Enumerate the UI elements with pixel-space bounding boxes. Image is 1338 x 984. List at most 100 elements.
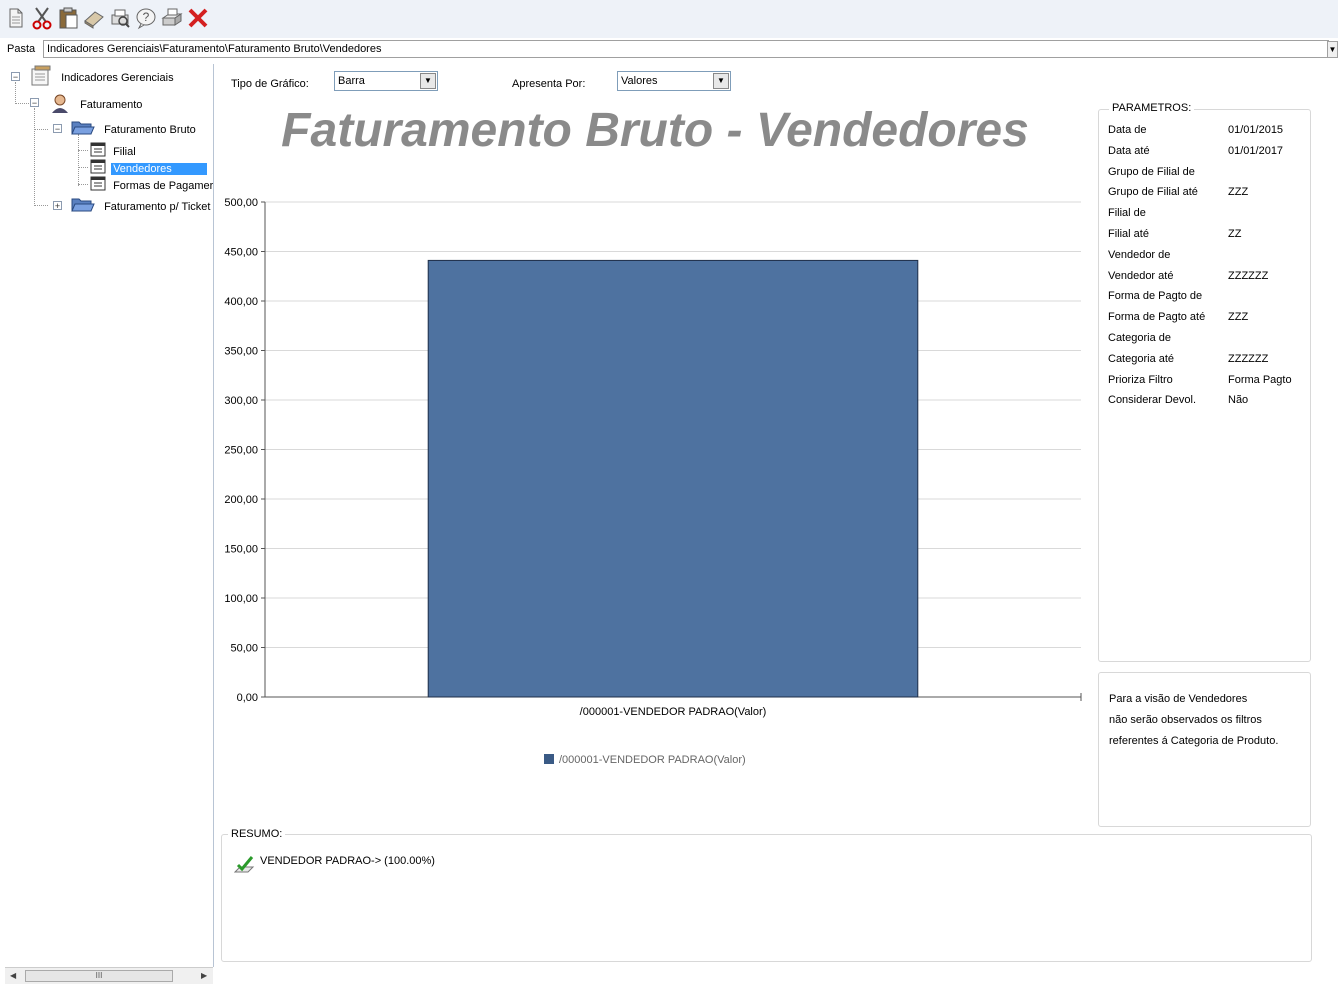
tree-collapse-toggle[interactable]: − <box>30 98 39 108</box>
y-tick-label: 500,00 <box>224 197 258 209</box>
parameter-label: Categoria até <box>1108 352 1175 365</box>
path-dropdown-button[interactable]: ▼ <box>1327 41 1338 58</box>
parameter-label: Vendedor de <box>1108 248 1171 261</box>
parameter-value: 01/01/2015 <box>1228 124 1284 136</box>
chart-title: Faturamento Bruto - Vendedores <box>281 104 1029 157</box>
y-tick-label: 250,00 <box>224 445 258 457</box>
bar-chart: 0,00 50,00 100,00 150,00 200,00 250,00 300,00 3… <box>224 197 1082 718</box>
legend-swatch <box>544 754 554 764</box>
eraser-icon[interactable] <box>82 6 106 30</box>
scrollbar-thumb[interactable]: III <box>25 970 173 982</box>
chevron-down-icon[interactable]: ▼ <box>420 73 436 89</box>
toolbar: ? <box>0 0 1338 38</box>
svg-text:?: ? <box>143 10 150 24</box>
display-by-value: Valores <box>621 75 658 87</box>
parameter-label: Grupo de Filial até <box>1108 186 1198 199</box>
display-by-select[interactable]: Valores ▼ <box>617 71 731 91</box>
folder-tree: − Indicadores Gerenciais − Faturamento −… <box>5 64 214 967</box>
parameter-label: Considerar Devol. <box>1108 394 1197 407</box>
parameter-label: Filial até <box>1108 228 1149 240</box>
print-icon[interactable] <box>160 6 184 30</box>
close-icon[interactable] <box>186 6 210 30</box>
tree-label: Formas de Pagamer <box>113 179 214 192</box>
tree-item-indicadores[interactable]: Indicadores Gerenciais <box>29 65 174 90</box>
parameters-title: PARAMETROS: <box>1109 102 1195 114</box>
y-tick-label: 350,00 <box>224 346 258 358</box>
chart-type-value: Barra <box>338 75 365 87</box>
scroll-right-icon[interactable]: ▶ <box>201 971 207 980</box>
summary-panel: RESUMO: VENDEDOR PADRAO-> (100.00%) <box>221 828 1312 962</box>
note-line: referentes á Categoria de Produto. <box>1109 735 1279 747</box>
report-book-icon <box>29 65 53 90</box>
y-tick-label: 100,00 <box>224 593 258 605</box>
y-tick-label: 400,00 <box>224 296 258 308</box>
note-line: não serão observados os filtros <box>1109 714 1262 726</box>
path-field[interactable]: Indicadores Gerenciais\Faturamento\Fatur… <box>43 40 1329 58</box>
y-tick-label: 150,00 <box>224 544 258 556</box>
tree-label: Faturamento Bruto <box>104 123 196 136</box>
legend-label: /000001-VENDEDOR PADRAO(Valor) <box>559 754 746 766</box>
parameter-value: Forma Pagto <box>1228 373 1292 386</box>
tree-item-faturamento[interactable]: Faturamento <box>49 92 142 117</box>
parameter-label: Data até <box>1108 144 1150 157</box>
parameter-value: ZZZ <box>1228 186 1249 199</box>
parameter-value: ZZ <box>1228 228 1242 240</box>
y-tick-label: 0,00 <box>237 692 258 704</box>
parameter-value: ZZZ <box>1228 311 1249 324</box>
parameter-label: Forma de Pagto de <box>1108 290 1203 303</box>
note-line: Para a visão de Vendedores <box>1109 693 1248 705</box>
parameter-label: Filial de <box>1108 207 1146 220</box>
display-by-label: Apresenta Por: <box>512 78 586 90</box>
x-category-label: /000001-VENDEDOR PADRAO(Valor) <box>580 706 767 718</box>
y-tick-label: 450,00 <box>224 247 258 259</box>
tree-label: Faturamento <box>80 98 143 111</box>
tree-label-selected: Vendedores <box>111 162 208 175</box>
chart-type-select[interactable]: Barra ▼ <box>334 71 438 91</box>
tree-label: Filial <box>113 145 136 158</box>
tree-label: Faturamento p/ Ticket <box>104 200 211 213</box>
tree-item-formas-pagamento[interactable]: Formas de Pagamer <box>90 176 213 195</box>
report-icon <box>90 176 108 195</box>
parameter-label: Prioriza Filtro <box>1108 373 1173 386</box>
checkmark-icon <box>233 855 256 878</box>
cut-icon[interactable] <box>30 6 54 30</box>
summary-title: RESUMO: <box>228 828 286 840</box>
parameter-label: Grupo de Filial de <box>1108 165 1195 178</box>
help-icon[interactable]: ? <box>134 6 158 30</box>
parameter-value: 01/01/2017 <box>1228 144 1284 157</box>
parameter-label: Forma de Pagto até <box>1108 311 1206 324</box>
folder-open-icon <box>71 120 95 139</box>
parameter-value: ZZZZZZ <box>1228 352 1269 365</box>
parameter-value: Não <box>1228 394 1249 407</box>
parameters-panel: PARAMETROS: Data de 01/01/2015 Data até 01/… <box>1098 102 1311 662</box>
print-preview-icon[interactable] <box>108 6 132 30</box>
tree-item-faturamento-ticket[interactable]: Faturamento p/ Ticket <box>71 197 210 216</box>
tree-collapse-toggle[interactable]: − <box>11 72 20 82</box>
chevron-down-icon[interactable]: ▼ <box>713 73 729 89</box>
path-value: Indicadores Gerenciais\Faturamento\Fatur… <box>47 43 382 55</box>
path-label: Pasta <box>7 43 36 55</box>
tree-label: Indicadores Gerenciais <box>61 71 174 84</box>
parameter-value: ZZZZZZ <box>1228 269 1269 282</box>
chart-legend: /000001-VENDEDOR PADRAO(Valor) <box>544 754 746 766</box>
y-tick-label: 300,00 <box>224 395 258 407</box>
bar <box>427 259 919 698</box>
parameter-label: Data de <box>1108 124 1147 136</box>
path-bar: Pasta Indicadores Gerenciais\Faturamento… <box>0 38 1338 60</box>
parameter-label: Vendedor até <box>1108 269 1174 282</box>
parameter-label: Categoria de <box>1108 332 1171 344</box>
tree-expand-toggle[interactable]: + <box>53 201 62 211</box>
new-document-icon[interactable] <box>4 6 28 30</box>
tree-collapse-toggle[interactable]: − <box>53 124 62 134</box>
folder-icon <box>71 197 95 216</box>
tree-horizontal-scrollbar[interactable]: ◀ III ▶ <box>5 967 213 984</box>
chart-type-label: Tipo de Gráfico: <box>231 78 309 90</box>
user-icon <box>49 92 71 117</box>
y-tick-label: 200,00 <box>224 494 258 506</box>
summary-item: VENDEDOR PADRAO-> (100.00%) <box>260 855 435 867</box>
note-panel: Para a visão de Vendedores não serão obs… <box>1098 672 1311 827</box>
scroll-left-icon[interactable]: ◀ <box>10 971 16 980</box>
y-tick-label: 50,00 <box>230 643 258 655</box>
tree-item-faturamento-bruto[interactable]: Faturamento Bruto <box>71 120 196 139</box>
paste-icon[interactable] <box>56 6 80 30</box>
